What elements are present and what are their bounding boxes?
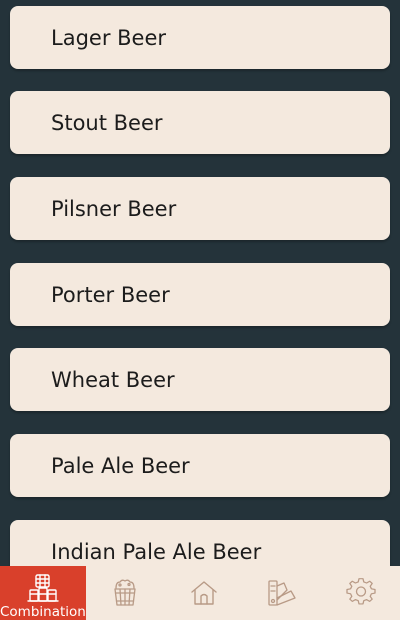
tab-combination[interactable]: Combination — [0, 566, 86, 620]
tab-home[interactable] — [164, 566, 243, 620]
tab-beer[interactable] — [86, 566, 165, 620]
tab-settings[interactable] — [321, 566, 400, 620]
beer-item-indian-pale-ale[interactable]: Indian Pale Ale Beer — [10, 520, 390, 566]
beer-item-stout[interactable]: Stout Beer — [10, 91, 390, 154]
home-icon — [189, 578, 219, 608]
combination-icon — [26, 573, 60, 603]
beer-item-label: Wheat Beer — [51, 367, 175, 392]
beer-item-lager[interactable]: Lager Beer — [10, 6, 390, 69]
beer-item-label: Pilsner Beer — [51, 196, 177, 221]
beer-list: Lager Beer Stout Beer Pilsner Beer Porte… — [0, 0, 400, 566]
beer-item-label: Porter Beer — [51, 282, 170, 307]
settings-gear-icon — [346, 578, 376, 608]
beer-item-pilsner[interactable]: Pilsner Beer — [10, 177, 390, 240]
beer-item-pale-ale[interactable]: Pale Ale Beer — [10, 434, 390, 497]
beer-item-porter[interactable]: Porter Beer — [10, 263, 390, 326]
beer-item-label: Pale Ale Beer — [51, 453, 190, 478]
beer-item-label: Lager Beer — [51, 25, 167, 50]
beer-item-label: Stout Beer — [51, 110, 163, 135]
tab-colors[interactable] — [243, 566, 322, 620]
color-swatch-icon — [266, 578, 298, 608]
beer-item-label: Indian Pale Ale Beer — [51, 539, 262, 564]
beer-item-wheat[interactable]: Wheat Beer — [10, 348, 390, 411]
bottom-tab-bar: Combination — [0, 566, 400, 620]
beer-barrel-icon — [110, 578, 140, 608]
tab-label: Combination — [0, 604, 86, 620]
